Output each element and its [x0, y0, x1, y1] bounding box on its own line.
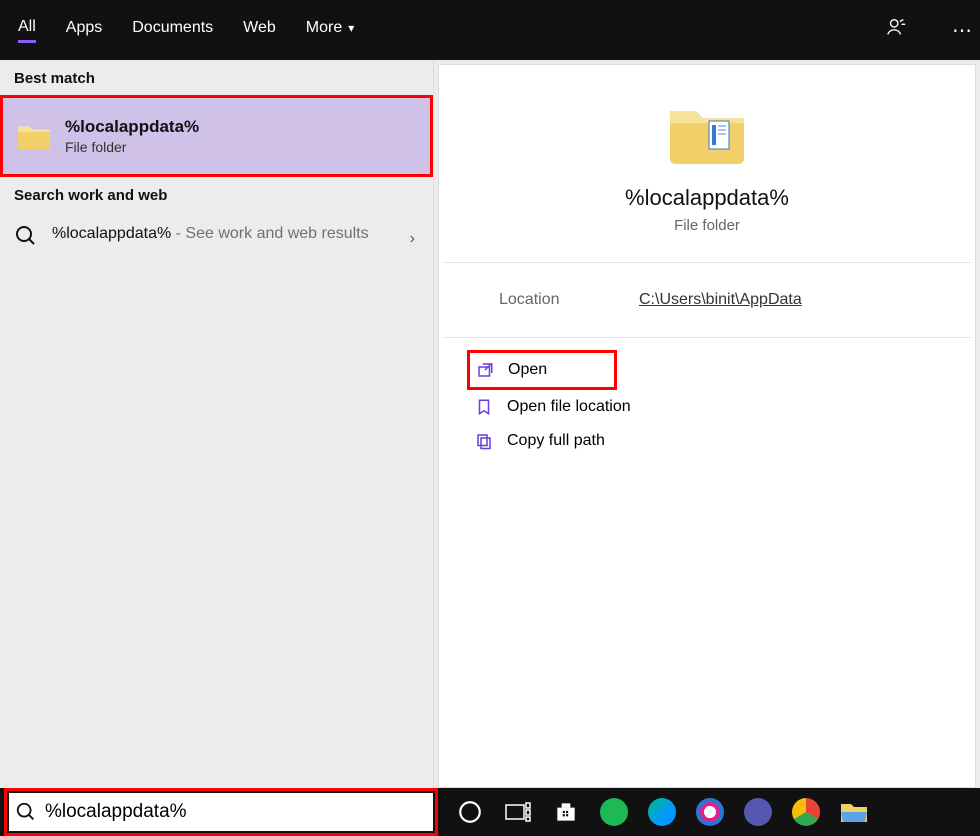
copy-icon — [475, 432, 493, 450]
account-icon[interactable] — [878, 16, 914, 44]
paint-icon[interactable] — [690, 792, 730, 832]
action-copy-path-label: Copy full path — [507, 432, 605, 450]
best-match-header: Best match — [0, 60, 433, 95]
file-explorer-icon[interactable] — [834, 792, 874, 832]
web-search-tail: - See work and web results — [171, 225, 368, 242]
best-match-result[interactable]: %localappdata% File folder — [0, 95, 433, 177]
preview-pane: %localappdata% File folder Location C:\U… — [438, 64, 976, 788]
location-value[interactable]: C:\Users\binit\AppData — [639, 291, 802, 309]
more-options-icon[interactable]: ⋯ — [944, 18, 980, 43]
teams-icon[interactable] — [738, 792, 778, 832]
search-input[interactable] — [45, 793, 433, 831]
folder-icon — [667, 99, 747, 167]
action-open[interactable]: Open — [467, 350, 617, 390]
search-web-header: Search work and web — [0, 177, 433, 212]
tab-apps[interactable]: Apps — [66, 19, 102, 41]
bookmark-icon — [475, 398, 493, 416]
chevron-down-icon: ▾ — [348, 21, 354, 35]
action-copy-full-path[interactable]: Copy full path — [467, 424, 947, 458]
folder-icon — [17, 121, 51, 151]
open-icon — [476, 361, 494, 379]
web-search-result[interactable]: %localappdata% - See work and web result… — [0, 212, 433, 258]
search-icon — [15, 801, 37, 823]
tab-documents[interactable]: Documents — [132, 19, 213, 41]
tab-more[interactable]: More▾ — [306, 19, 354, 41]
action-open-file-location[interactable]: Open file location — [467, 390, 947, 424]
web-search-term: %localappdata% — [52, 225, 171, 242]
search-icon — [14, 224, 38, 248]
preview-title: %localappdata% — [625, 185, 789, 211]
cortana-icon[interactable] — [450, 792, 490, 832]
store-icon[interactable] — [546, 792, 586, 832]
chevron-right-icon: › — [410, 230, 415, 248]
search-tabs: All Apps Documents Web More▾ ⋯ — [0, 0, 980, 60]
preview-subtitle: File folder — [674, 217, 740, 234]
taskbar — [0, 788, 980, 836]
task-view-icon[interactable] — [498, 792, 538, 832]
edge-icon[interactable] — [642, 792, 682, 832]
action-open-loc-label: Open file location — [507, 398, 631, 416]
results-column: Best match %localappdata% File folder Se… — [0, 60, 434, 788]
spotify-icon[interactable] — [594, 792, 634, 832]
location-label: Location — [499, 291, 639, 309]
tab-web[interactable]: Web — [243, 19, 276, 41]
best-match-subtitle: File folder — [65, 139, 199, 155]
action-open-label: Open — [508, 361, 547, 379]
best-match-title: %localappdata% — [65, 117, 199, 137]
search-box[interactable] — [4, 788, 438, 836]
chrome-icon[interactable] — [786, 792, 826, 832]
tab-all[interactable]: All — [18, 18, 36, 43]
